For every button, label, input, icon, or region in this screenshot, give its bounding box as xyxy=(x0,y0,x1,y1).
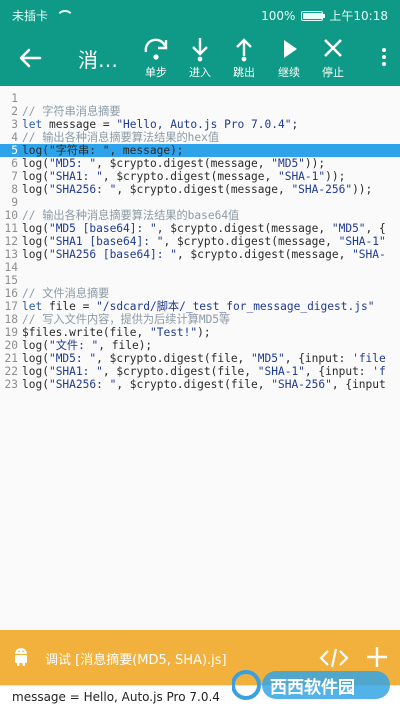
line-number: 7 xyxy=(11,170,18,183)
code-text: // 输出各种消息摘要算法结果的base64值 xyxy=(22,209,240,222)
arrow-up-icon xyxy=(236,38,252,62)
line-number: 18 xyxy=(4,313,18,326)
step-into-button[interactable]: 进入 xyxy=(178,36,222,82)
arrow-down-icon xyxy=(192,38,208,62)
code-line[interactable]: 14 xyxy=(0,261,400,274)
stop-label: 停止 xyxy=(322,66,344,79)
code-text: log("字符串: ", message); xyxy=(22,144,184,157)
clock: 上午10:18 xyxy=(329,9,388,23)
code-line[interactable]: 18 // 写入文件内容，提供为后续计算MD5等 xyxy=(0,313,400,326)
carrier-label: 未插卡 xyxy=(12,9,49,23)
line-number: 10 xyxy=(4,209,18,222)
stop-button[interactable]: 停止 xyxy=(311,36,355,82)
battery-percent: 100% xyxy=(261,8,296,23)
play-icon xyxy=(284,40,297,58)
code-text: log("SHA1: ", $crypto.digest(message, "S… xyxy=(22,170,346,183)
step-into-label: 进入 xyxy=(189,66,211,79)
line-number: 5 xyxy=(11,144,18,157)
page-title: 消… xyxy=(78,48,118,72)
code-text: // 输出各种消息摘要算法结果的hex值 xyxy=(22,131,220,144)
code-text: log("SHA256: ", $crypto.digest(file, "SH… xyxy=(22,378,386,391)
code-text: log("MD5: ", $crypto.digest(message, "MD… xyxy=(22,157,326,170)
line-number: 4 xyxy=(11,131,18,144)
code-line[interactable]: 9 xyxy=(0,196,400,209)
line-number: 2 xyxy=(11,105,18,118)
line-number: 14 xyxy=(4,261,18,274)
code-text: log("SHA1 [base64]: ", $crypto.digest(me… xyxy=(22,235,386,248)
code-text: log("文件: ", file); xyxy=(22,339,153,352)
code-text: log("MD5: ", $crypto.digest(file, "MD5",… xyxy=(22,352,386,365)
android-icon xyxy=(15,648,27,666)
code-text: let message = "Hello, Auto.js Pro 7.0.4"… xyxy=(22,118,299,131)
line-number: 19 xyxy=(4,326,18,339)
code-line[interactable]: 8 log("SHA256: ", $crypto.digest(message,… xyxy=(0,183,400,196)
line-number: 13 xyxy=(4,248,18,261)
back-button[interactable] xyxy=(14,42,46,74)
code-text: log("MD5 [base64]: ", $crypto.digest(mes… xyxy=(22,222,386,235)
code-line[interactable]: 7 log("SHA1: ", $crypto.digest(message, "… xyxy=(0,170,400,183)
code-line[interactable]: 10 // 输出各种消息摘要算法结果的base64值 xyxy=(0,209,400,222)
line-number: 3 xyxy=(11,118,18,131)
code-editor[interactable]: 1 2 // 字符串消息摘要 3 let message = "Hello, Auto.… xyxy=(0,86,400,630)
code-line[interactable]: 13 log("SHA256 [base64]: ", $crypto.diges… xyxy=(0,248,400,261)
code-line[interactable]: 2 // 字符串消息摘要 xyxy=(0,105,400,118)
line-number: 12 xyxy=(4,235,18,248)
line-number: 20 xyxy=(4,339,18,352)
close-icon xyxy=(324,39,342,57)
code-line[interactable]: 23 log("SHA256: ", $crypto.digest(file, "… xyxy=(0,378,400,391)
step-over-button[interactable]: 单步 xyxy=(134,36,178,82)
line-number: 21 xyxy=(4,352,18,365)
line-number: 11 xyxy=(4,222,18,235)
continue-button[interactable]: 继续 xyxy=(267,36,311,82)
more-menu-button[interactable] xyxy=(380,46,388,70)
line-number: 6 xyxy=(11,157,18,170)
code-text: // 字符串消息摘要 xyxy=(22,105,121,118)
code-line[interactable]: 11 log("MD5 [base64]: ", $crypto.digest(m… xyxy=(0,222,400,235)
line-number: 16 xyxy=(4,287,18,300)
debug-file-label: 调试 [消息摘要(MD5, SHA).js] xyxy=(45,653,227,668)
code-text: // 文件消息摘要 xyxy=(22,287,110,300)
code-line[interactable]: 15 xyxy=(0,274,400,287)
code-text: let file = "/sdcard/脚本/_test_for_message… xyxy=(22,300,375,313)
line-number: 1 xyxy=(11,92,18,105)
line-number: 17 xyxy=(4,300,18,313)
wifi-icon xyxy=(56,9,75,22)
arrow-left-icon xyxy=(19,48,42,68)
line-number: 23 xyxy=(4,378,18,391)
code-text: log("SHA256 [base64]: ", $crypto.digest(… xyxy=(22,248,386,261)
watermark-text: 西西软件园 xyxy=(270,678,355,698)
more-vert-icon xyxy=(382,48,386,52)
code-line[interactable]: 21 log("MD5: ", $crypto.digest(file, "MD5… xyxy=(0,352,400,365)
code-line[interactable]: 12 log("SHA1 [base64]: ", $crypto.digest(… xyxy=(0,235,400,248)
code-text: // 写入文件内容，提供为后续计算MD5等 xyxy=(22,313,231,326)
continue-label: 继续 xyxy=(278,66,300,79)
code-line[interactable]: 6 log("MD5: ", $crypto.digest(message, "M… xyxy=(0,157,400,170)
code-line[interactable]: 16 // 文件消息摘要 xyxy=(0,287,400,300)
step-out-label: 跳出 xyxy=(233,66,255,79)
code-line[interactable]: 17 let file = "/sdcard/脚本/_test_for_messa… xyxy=(0,300,400,313)
code-text: $files.write(file, "Test!"); xyxy=(22,326,211,339)
battery-icon xyxy=(301,10,326,21)
code-text: log("SHA256: ", $crypto.digest(message, … xyxy=(22,183,373,196)
step-out-button[interactable]: 跳出 xyxy=(222,36,266,82)
code-text: log("SHA1: ", $crypto.digest(file, "SHA-… xyxy=(22,365,386,378)
code-line[interactable]: 20 log("文件: ", file); xyxy=(0,339,400,352)
code-line[interactable]: 5 log("字符串: ", message); xyxy=(0,144,400,157)
code-line[interactable]: 19 $files.write(file, "Test!"); xyxy=(0,326,400,339)
step-over-label: 单步 xyxy=(145,66,167,79)
step-icon xyxy=(144,38,168,60)
line-number: 9 xyxy=(11,196,18,209)
code-line[interactable]: 3 let message = "Hello, Auto.js Pro 7.0.4… xyxy=(0,118,400,131)
status-bar: 未插卡 100% 上午10:18 xyxy=(0,0,400,30)
console-output: message = Hello, Auto.js Pro 7.0.4 xyxy=(12,690,220,704)
line-number: 15 xyxy=(4,274,18,287)
line-number: 22 xyxy=(4,365,18,378)
code-line[interactable]: 22 log("SHA1: ", $crypto.digest(file, "SH… xyxy=(0,365,400,378)
code-line[interactable]: 1 xyxy=(0,92,400,105)
debug-toolbar: 消… 单步 进入 跳出 继续 停止 xyxy=(0,30,400,86)
code-line[interactable]: 4 // 输出各种消息摘要算法结果的hex值 xyxy=(0,131,400,144)
line-number: 8 xyxy=(11,183,18,196)
